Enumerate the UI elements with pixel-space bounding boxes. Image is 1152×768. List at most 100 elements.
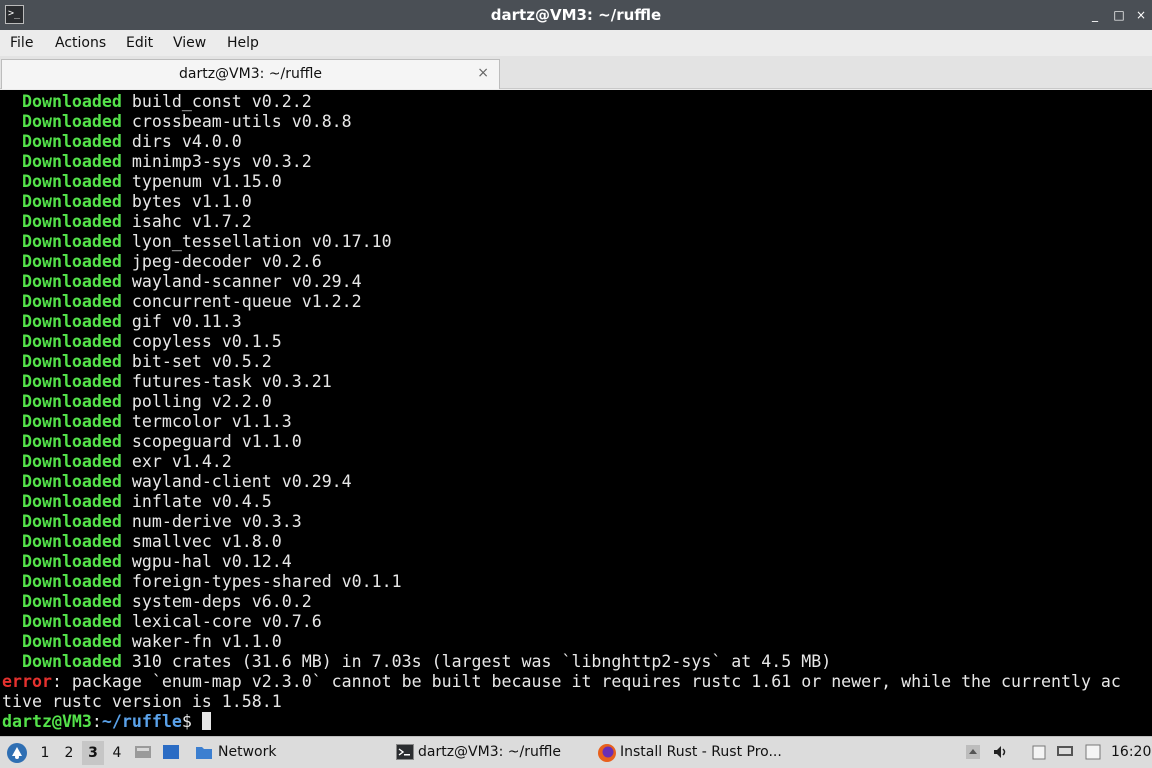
terminal-line: Downloaded wayland-scanner v0.29.4 (2, 272, 362, 292)
workspace-4[interactable]: 4 (106, 741, 128, 765)
folder-icon (196, 747, 212, 759)
volume-icon[interactable] (992, 744, 1010, 760)
error-message-continued: tive rustc version is 1.58.1 (2, 692, 282, 711)
firefox-icon (598, 744, 616, 762)
show-desktop-icon[interactable] (134, 744, 152, 760)
terminal-line: Downloaded concurrent-queue v1.2.2 (2, 292, 362, 312)
terminal-line: Downloaded futures-task v0.3.21 (2, 372, 332, 392)
crate-name: polling v2.2.0 (121, 392, 272, 411)
terminal-line: Downloaded copyless v0.1.5 (2, 332, 282, 352)
workspace-3[interactable]: 3 (82, 741, 104, 765)
terminal-cursor (201, 712, 211, 730)
terminal-line: Downloaded num-derive v0.3.3 (2, 512, 302, 532)
terminal-line: dartz@VM3:~/ruffle$ (2, 712, 211, 732)
crate-name: foreign-types-shared v0.1.1 (121, 572, 402, 591)
minimize-button[interactable]: _ (1086, 6, 1104, 24)
clipboard-icon[interactable] (1030, 744, 1048, 760)
download-keyword: Downloaded (2, 652, 122, 671)
download-keyword: Downloaded (2, 592, 122, 611)
download-keyword: Downloaded (2, 252, 122, 271)
tab-bar: dartz@VM3: ~/ruffle × (0, 56, 1152, 89)
crate-name: waker-fn v1.1.0 (121, 632, 282, 651)
menu-file[interactable]: File (10, 30, 33, 56)
crate-name: copyless v0.1.5 (121, 332, 282, 351)
terminal-output[interactable]: Downloaded build_const v0.2.2 Downloaded… (0, 90, 1152, 736)
taskbar-terminal-task[interactable]: dartz@VM3: ~/ruffle (418, 737, 561, 768)
menu-edit[interactable]: Edit (126, 30, 153, 56)
terminal-line: Downloaded dirs v4.0.0 (2, 132, 242, 152)
download-keyword: Downloaded (2, 552, 122, 571)
start-menu-icon[interactable] (6, 742, 28, 764)
download-keyword: Downloaded (2, 532, 122, 551)
download-keyword: Downloaded (2, 212, 122, 231)
download-keyword: Downloaded (2, 232, 122, 251)
taskbar: 1 2 3 4 Network dartz@VM3: ~/ruffle Inst… (0, 736, 1152, 768)
terminal-line: Downloaded build_const v0.2.2 (2, 92, 312, 112)
terminal-tab[interactable]: dartz@VM3: ~/ruffle × (1, 59, 500, 89)
download-keyword: Downloaded (2, 352, 122, 371)
taskbar-firefox-task[interactable]: Install Rust - Rust Pro... (620, 737, 782, 768)
download-keyword: Downloaded (2, 432, 122, 451)
download-keyword: Downloaded (2, 512, 122, 531)
crate-name: smallvec v1.8.0 (121, 532, 282, 551)
terminal-line: tive rustc version is 1.58.1 (2, 692, 282, 712)
workspace-2[interactable]: 2 (58, 741, 80, 765)
tray-up-icon[interactable] (964, 744, 982, 760)
maximize-button[interactable]: □ (1110, 6, 1128, 24)
close-window-button[interactable]: × (1132, 6, 1150, 24)
notification-icon[interactable] (1084, 744, 1102, 760)
error-label: error (2, 672, 52, 691)
terminal-line: Downloaded typenum v1.15.0 (2, 172, 282, 192)
close-tab-icon[interactable]: × (477, 65, 489, 81)
download-keyword: Downloaded (2, 292, 122, 311)
terminal-line: Downloaded termcolor v1.1.3 (2, 412, 292, 432)
terminal-line: Downloaded minimp3-sys v0.3.2 (2, 152, 312, 172)
terminal-line: Downloaded waker-fn v1.1.0 (2, 632, 282, 652)
menu-actions[interactable]: Actions (55, 30, 106, 56)
terminal-tab-label: dartz@VM3: ~/ruffle (178, 66, 322, 82)
download-keyword: Downloaded (2, 372, 122, 391)
terminal-line: Downloaded wgpu-hal v0.12.4 (2, 552, 292, 572)
network-tray-icon[interactable] (1056, 744, 1074, 760)
download-keyword: Downloaded (2, 172, 122, 191)
crate-name: isahc v1.7.2 (121, 212, 252, 231)
crate-name: termcolor v1.1.3 (121, 412, 292, 431)
taskbar-network[interactable]: Network (218, 737, 276, 768)
crate-name: system-deps v6.0.2 (121, 592, 312, 611)
prompt-path: ~/ruffle (101, 712, 182, 731)
crate-name: lexical-core v0.7.6 (121, 612, 322, 631)
menu-help[interactable]: Help (227, 30, 259, 56)
download-keyword: Downloaded (2, 132, 122, 151)
download-keyword: Downloaded (2, 632, 122, 651)
download-keyword: Downloaded (2, 412, 122, 431)
terminal-line: Downloaded 310 crates (31.6 MB) in 7.03s… (2, 652, 831, 672)
download-keyword: Downloaded (2, 92, 122, 111)
terminal-line: Downloaded lyon_tessellation v0.17.10 (2, 232, 392, 252)
download-keyword: Downloaded (2, 272, 122, 291)
terminal-line: Downloaded jpeg-decoder v0.2.6 (2, 252, 322, 272)
workspace-1[interactable]: 1 (34, 741, 56, 765)
menubar: File Actions Edit View Help (0, 30, 1152, 56)
terminal-line: error: package `enum-map v2.3.0` cannot … (2, 672, 1121, 692)
menu-view[interactable]: View (173, 30, 206, 56)
terminal-line: Downloaded wayland-client v0.29.4 (2, 472, 352, 492)
window-titlebar[interactable]: >_ dartz@VM3: ~/ruffle _ □ × (0, 0, 1152, 30)
crate-name: concurrent-queue v1.2.2 (121, 292, 362, 311)
terminal-line: Downloaded bit-set v0.5.2 (2, 352, 272, 372)
terminal-line: Downloaded exr v1.4.2 (2, 452, 232, 472)
download-keyword: Downloaded (2, 612, 122, 631)
terminal-line: Downloaded bytes v1.1.0 (2, 192, 252, 212)
terminal-line: Downloaded smallvec v1.8.0 (2, 532, 282, 552)
terminal-line: Downloaded polling v2.2.0 (2, 392, 272, 412)
download-keyword: Downloaded (2, 192, 122, 211)
download-keyword: Downloaded (2, 312, 122, 331)
download-keyword: Downloaded (2, 572, 122, 591)
desktop-switch-icon[interactable] (162, 744, 180, 760)
crate-name: build_const v0.2.2 (121, 92, 312, 111)
prompt-separator: : (91, 712, 102, 731)
crate-name: lyon_tessellation v0.17.10 (121, 232, 392, 251)
crate-name: bytes v1.1.0 (121, 192, 252, 211)
error-message: : package `enum-map v2.3.0` cannot be bu… (51, 672, 1121, 691)
crate-name: exr v1.4.2 (121, 452, 232, 471)
crate-name: crossbeam-utils v0.8.8 (121, 112, 352, 131)
